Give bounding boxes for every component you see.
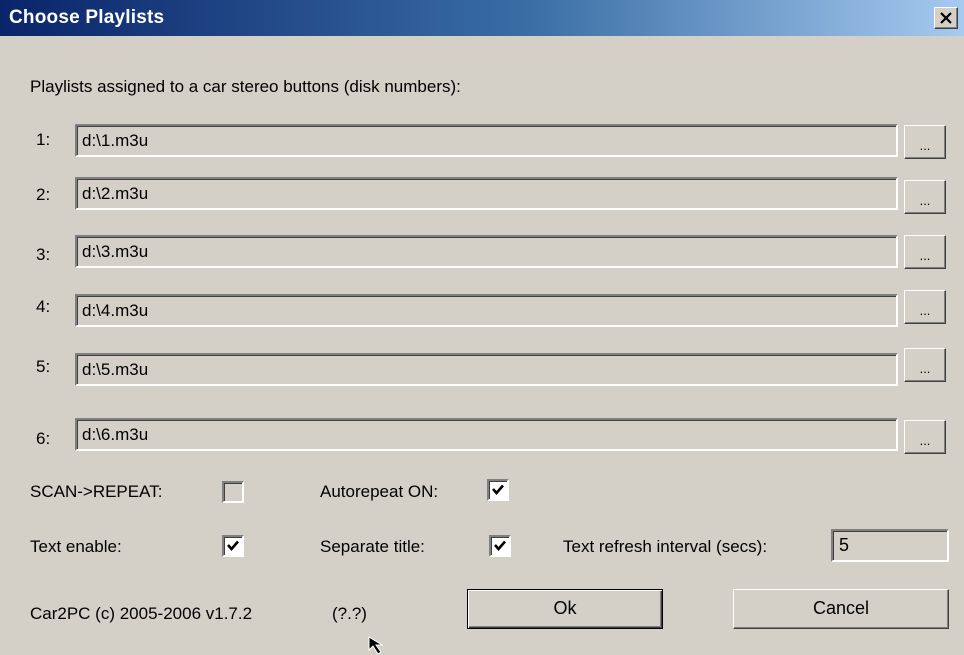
playlist-4-label: 4:	[36, 297, 51, 316]
playlist-6-browse-button[interactable]: ...	[904, 420, 946, 454]
playlist-2-path[interactable]: d:\2.m3u	[75, 177, 898, 210]
playlist-2-browse-button[interactable]: ...	[904, 180, 946, 214]
playlist-3-path[interactable]: d:\3.m3u	[75, 235, 898, 268]
playlist-5-path[interactable]: d:\5.m3u	[75, 353, 898, 386]
checkmark-icon	[492, 484, 504, 495]
separate-title-checkbox[interactable]	[489, 535, 511, 557]
playlist-1-label: 1:	[36, 130, 51, 149]
playlist-4-browse-button[interactable]: ...	[904, 290, 946, 324]
refresh-interval-label: Text refresh interval (secs):	[563, 537, 768, 556]
checkmark-icon	[227, 540, 239, 551]
text-enable-label: Text enable:	[30, 537, 122, 556]
refresh-interval-input[interactable]: 5	[831, 529, 949, 562]
playlist-1-browse-button[interactable]: ...	[904, 125, 946, 159]
playlist-1-path[interactable]: d:\1.m3u	[75, 124, 898, 157]
text-enable-checkbox[interactable]	[222, 535, 244, 557]
cancel-button[interactable]: Cancel	[733, 589, 949, 629]
playlist-6-path[interactable]: d:\6.m3u	[75, 418, 898, 451]
playlists-header: Playlists assigned to a car stereo butto…	[30, 77, 461, 96]
title-bar: Choose Playlists	[0, 0, 964, 36]
playlist-5-browse-button[interactable]: ...	[904, 348, 946, 382]
playlist-3-browse-button[interactable]: ...	[904, 235, 946, 269]
separate-title-label: Separate title:	[320, 537, 425, 556]
checkmark-icon	[494, 540, 506, 551]
close-button[interactable]	[934, 7, 958, 29]
playlist-4-path[interactable]: d:\4.m3u	[75, 294, 898, 327]
scan-repeat-checkbox[interactable]	[222, 481, 244, 503]
window-title: Choose Playlists	[9, 7, 165, 28]
scan-repeat-label: SCAN->REPEAT:	[30, 482, 163, 501]
mouse-cursor-icon	[368, 636, 384, 655]
autorepeat-checkbox[interactable]	[487, 479, 509, 501]
playlist-3-label: 3:	[36, 245, 51, 264]
playlist-2-label: 2:	[36, 185, 51, 204]
ok-button[interactable]: Ok	[467, 589, 663, 629]
help-link[interactable]: (?.?)	[332, 604, 367, 624]
playlist-5-label: 5:	[36, 357, 51, 376]
close-icon	[940, 12, 952, 24]
version-text: Car2PC (c) 2005-2006 v1.7.2	[30, 604, 253, 623]
playlist-6-label: 6:	[36, 429, 51, 448]
autorepeat-label: Autorepeat ON:	[320, 482, 439, 501]
